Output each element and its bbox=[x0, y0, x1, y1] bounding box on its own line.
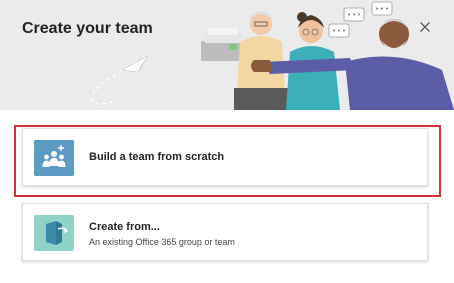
create-team-dialog: Create your team Build a team from scrat… bbox=[0, 0, 454, 283]
dialog-header: Create your team bbox=[0, 0, 454, 110]
close-button[interactable] bbox=[416, 18, 434, 36]
create-from-icon bbox=[34, 215, 74, 251]
team-illustration bbox=[91, 1, 454, 110]
create-from-title: Create from... bbox=[89, 221, 160, 233]
create-from-subtitle: An existing Office 365 group or team bbox=[89, 237, 235, 247]
create-from-option[interactable]: Create from... An existing Office 365 gr… bbox=[22, 203, 428, 261]
dialog-title: Create your team bbox=[22, 20, 153, 37]
build-team-title: Build a team from scratch bbox=[89, 151, 225, 163]
build-team-option[interactable]: Build a team from scratch bbox=[22, 128, 428, 186]
team-add-icon bbox=[34, 140, 74, 176]
close-icon bbox=[420, 22, 430, 32]
